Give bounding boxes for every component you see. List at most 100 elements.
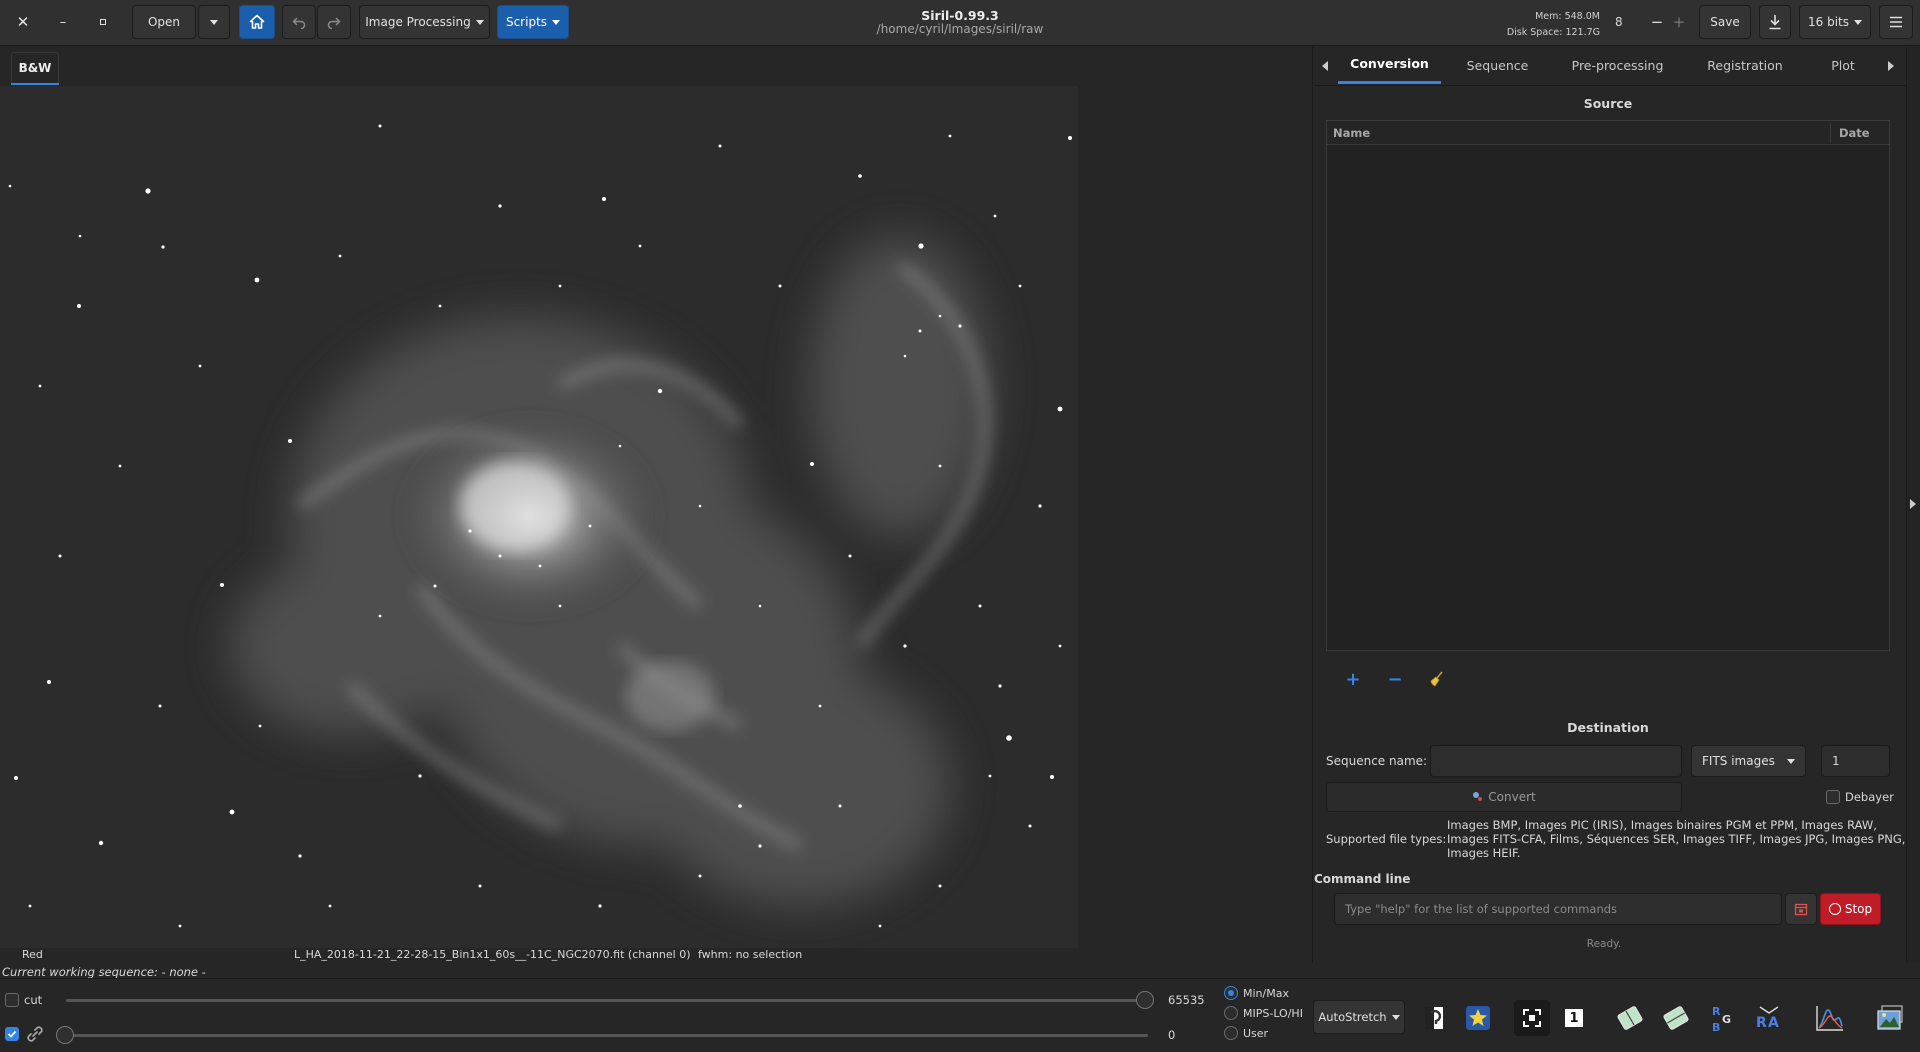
zoom-one-label: 1 bbox=[1565, 1009, 1583, 1027]
svg-text:G: G bbox=[1722, 1013, 1731, 1026]
debayer-label: Debayer bbox=[1845, 790, 1894, 804]
home-button[interactable] bbox=[239, 5, 275, 39]
clear-files-button[interactable] bbox=[1422, 664, 1452, 694]
column-name-header[interactable]: Name bbox=[1333, 126, 1370, 140]
hi-slider-track[interactable] bbox=[66, 999, 1148, 1002]
hi-slider-knob[interactable] bbox=[1136, 991, 1154, 1009]
sequence-name-input[interactable] bbox=[1430, 745, 1682, 777]
radio-mips-label: MIPS-LO/HI bbox=[1243, 1007, 1303, 1020]
rgb-compose-button[interactable]: RA bbox=[1751, 1000, 1787, 1036]
histogram-button[interactable] bbox=[1812, 1000, 1848, 1036]
tab-pre-processing[interactable]: Pre-processing bbox=[1560, 46, 1675, 84]
lo-slider-knob[interactable] bbox=[56, 1026, 74, 1044]
start-index-input[interactable]: 1 bbox=[1821, 745, 1890, 777]
open-recent-dropdown[interactable] bbox=[198, 5, 230, 39]
threads-increment-button[interactable]: + bbox=[1668, 8, 1690, 36]
scripts-menu[interactable]: Scripts bbox=[497, 5, 569, 39]
radio-mips[interactable] bbox=[1224, 1006, 1238, 1020]
convert-label: Convert bbox=[1488, 790, 1536, 804]
radio-user-label: User bbox=[1243, 1027, 1269, 1040]
tab-conversion[interactable]: Conversion bbox=[1338, 46, 1441, 84]
link-checkbox[interactable] bbox=[5, 1027, 19, 1041]
cut-checkbox[interactable] bbox=[5, 993, 19, 1007]
astro-image[interactable] bbox=[0, 86, 1078, 948]
minimize-icon[interactable]: – bbox=[50, 8, 76, 36]
image-processing-menu[interactable]: Image Processing bbox=[359, 5, 490, 39]
tab-sequence-label: Sequence bbox=[1466, 57, 1529, 73]
radio-user[interactable] bbox=[1224, 1026, 1238, 1040]
save-as-button[interactable] bbox=[1759, 5, 1791, 39]
panel-collapse-handle[interactable] bbox=[1906, 47, 1920, 963]
stop-label: Stop bbox=[1844, 902, 1873, 916]
tabs-scroll-left-button[interactable] bbox=[1316, 56, 1334, 76]
tab-plot[interactable]: Plot bbox=[1808, 46, 1878, 84]
tabs-divider bbox=[1314, 85, 1906, 86]
negative-view-button[interactable] bbox=[1416, 1000, 1452, 1036]
command-input[interactable]: Type "help" for the list of supported co… bbox=[1334, 893, 1782, 925]
viewer-right-empty bbox=[1078, 86, 1312, 948]
download-icon bbox=[1769, 15, 1781, 30]
calendar-icon bbox=[1794, 903, 1808, 916]
tab-conversion-label: Conversion bbox=[1350, 56, 1429, 71]
hamburger-icon bbox=[1890, 16, 1902, 28]
redo-button[interactable] bbox=[317, 5, 351, 39]
chevron-down-icon bbox=[210, 19, 218, 25]
tab-bw[interactable]: B&W bbox=[11, 52, 59, 84]
flip-horizontal-button[interactable] bbox=[1612, 1000, 1648, 1036]
radio-dot bbox=[1228, 990, 1234, 996]
check-icon bbox=[7, 1030, 17, 1038]
source-file-list[interactable]: Name Date bbox=[1326, 120, 1890, 651]
undo-button[interactable] bbox=[282, 5, 316, 39]
tab-sequence[interactable]: Sequence bbox=[1446, 46, 1549, 84]
threads-decrement-button[interactable]: − bbox=[1646, 8, 1668, 36]
remove-files-button[interactable]: − bbox=[1380, 664, 1410, 694]
zoom-fit-button[interactable] bbox=[1514, 1000, 1550, 1036]
histogram-icon bbox=[1816, 1006, 1843, 1031]
mirror-y-icon bbox=[1663, 1006, 1689, 1030]
tab-registration-label: Registration bbox=[1707, 57, 1783, 73]
start-index-value: 1 bbox=[1832, 754, 1840, 768]
source-title: Source bbox=[1583, 96, 1633, 111]
chevron-right-icon bbox=[1888, 61, 1894, 71]
rgb-compose-icon: RA bbox=[1756, 1006, 1779, 1031]
supported-types-label: Supported file types: bbox=[1326, 832, 1447, 846]
output-format-dropdown[interactable]: FITS images bbox=[1691, 745, 1806, 777]
radio-minmax[interactable] bbox=[1224, 986, 1238, 1000]
close-icon[interactable]: ✕ bbox=[10, 8, 36, 36]
rgb-icon: RGB bbox=[1712, 1005, 1731, 1033]
broom-icon bbox=[1430, 671, 1443, 687]
debayer-checkbox[interactable] bbox=[1826, 790, 1840, 804]
add-files-button[interactable]: + bbox=[1338, 664, 1368, 694]
convert-button[interactable]: Convert bbox=[1326, 782, 1682, 812]
maximize-icon[interactable] bbox=[90, 8, 116, 36]
gallery-icon bbox=[1877, 1005, 1903, 1030]
undo-icon bbox=[292, 17, 306, 29]
svg-text:R: R bbox=[1756, 1015, 1767, 1031]
stretch-mode-dropdown[interactable]: AutoStretch bbox=[1313, 1000, 1405, 1034]
rgb-align-button[interactable]: RGB bbox=[1705, 1000, 1741, 1036]
nebula-image bbox=[0, 86, 1078, 948]
stop-button[interactable]: Stop bbox=[1820, 893, 1881, 925]
plus-icon: + bbox=[1345, 668, 1361, 690]
save-button[interactable]: Save bbox=[1699, 5, 1751, 39]
tab-registration[interactable]: Registration bbox=[1690, 46, 1800, 84]
column-date-header[interactable]: Date bbox=[1839, 126, 1870, 140]
star-icon bbox=[1466, 1006, 1490, 1030]
tabs-scroll-right-button[interactable] bbox=[1882, 56, 1900, 76]
lo-value: 0 bbox=[1168, 1028, 1176, 1042]
command-help-button[interactable] bbox=[1785, 893, 1817, 925]
bit-depth-menu[interactable]: 16 bits bbox=[1799, 5, 1871, 39]
link-icon[interactable] bbox=[24, 1023, 46, 1045]
chevron-down-icon bbox=[1787, 758, 1795, 764]
flip-vertical-button[interactable] bbox=[1658, 1000, 1694, 1036]
bit-depth-label: 16 bits bbox=[1808, 15, 1849, 29]
open-button[interactable]: Open bbox=[132, 5, 196, 39]
chevron-left-icon bbox=[1322, 61, 1328, 71]
redo-icon bbox=[327, 17, 341, 29]
main-menu-button[interactable] bbox=[1879, 5, 1913, 39]
image-gallery-button[interactable] bbox=[1872, 1000, 1908, 1036]
color-saturation-button[interactable] bbox=[1460, 1000, 1496, 1036]
zoom-one-button[interactable]: 1 bbox=[1556, 1000, 1592, 1036]
disk-space-label: Disk Space: 121.7G bbox=[1506, 27, 1600, 38]
lo-slider-track[interactable] bbox=[66, 1034, 1148, 1037]
